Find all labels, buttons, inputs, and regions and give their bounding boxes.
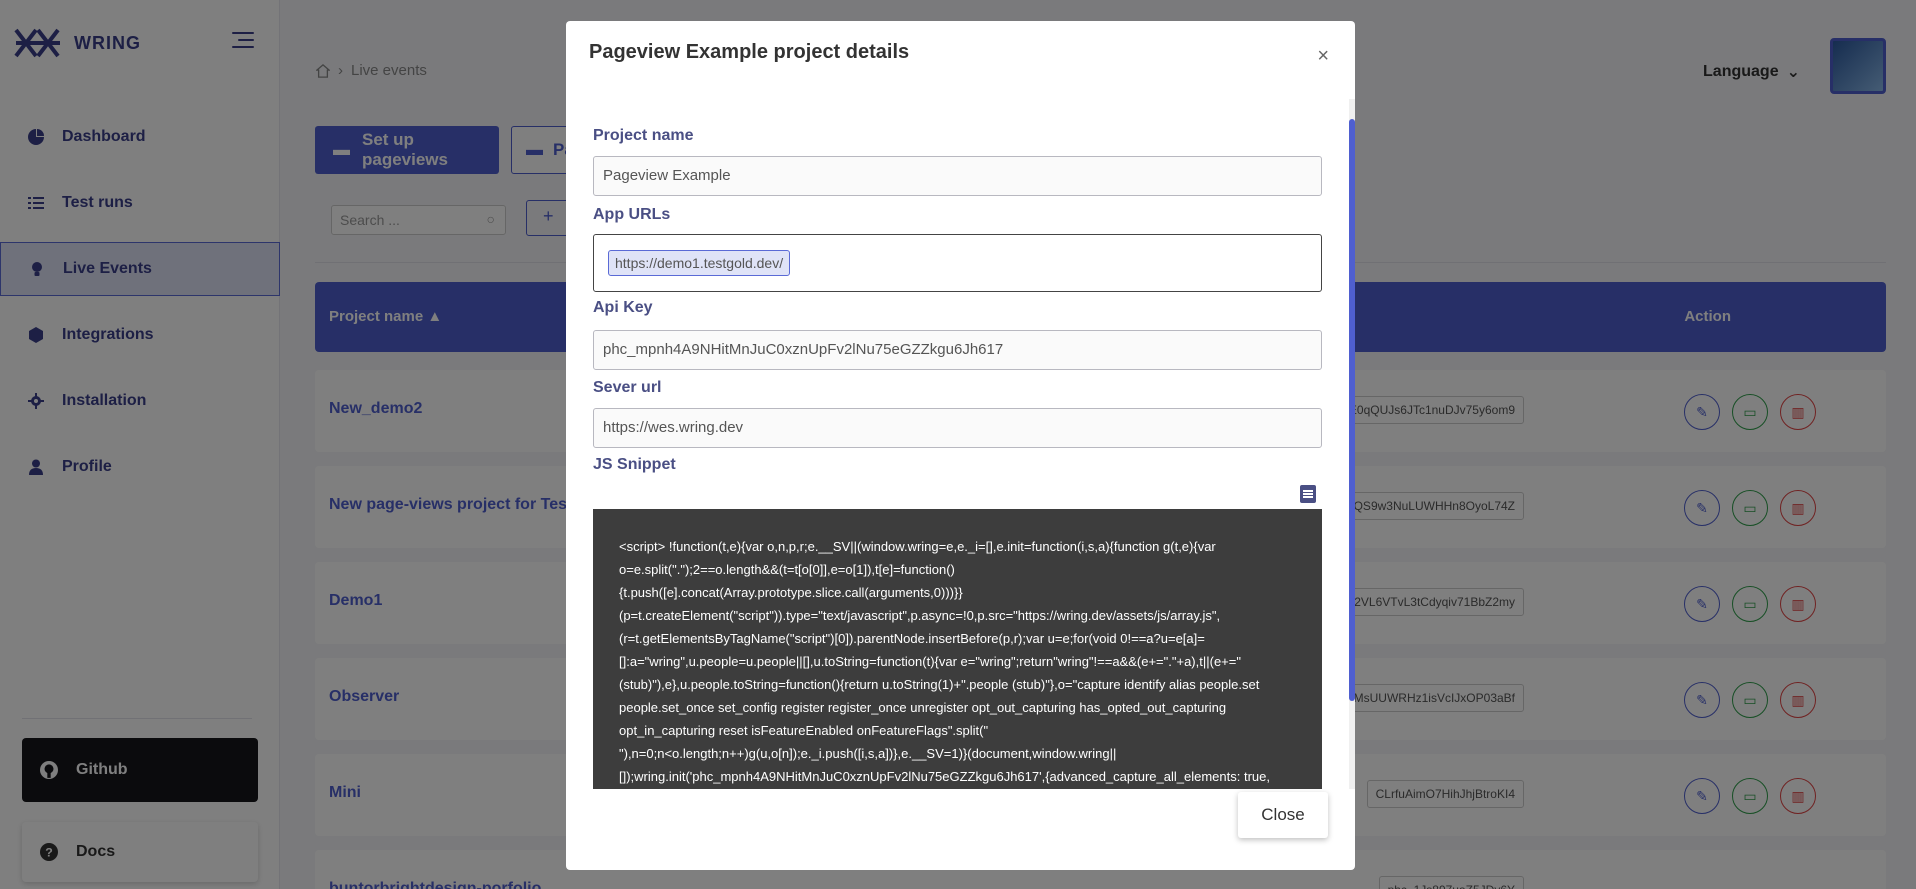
api-key-field[interactable]: phc_mpnh4A9NHitMnJuC0xznUpFv2lNu75eGZZkg… [593,330,1322,370]
project-name-field[interactable]: Pageview Example [593,156,1322,196]
modal-body: Project name Pageview Example App URLs h… [566,99,1355,789]
scrollbar-thumb[interactable] [1349,119,1355,701]
project-name-label: Project name [593,127,694,144]
modal-scrollbar[interactable] [1349,99,1355,789]
js-snippet-label: JS Snippet [593,456,676,473]
app-urls-label: App URLs [593,206,671,223]
copy-icon[interactable] [1300,485,1316,503]
close-icon[interactable]: × [1317,45,1329,68]
project-details-modal: Pageview Example project details × Proje… [566,21,1355,870]
modal-title: Pageview Example project details [589,41,910,63]
api-key-label: Api Key [593,299,653,316]
server-url-label: Sever url [593,379,662,396]
app-url-chip[interactable]: https://demo1.testgold.dev/ [608,250,791,276]
js-snippet-code[interactable]: <script> !function(t,e){var o,n,p,r;e.__… [593,509,1322,789]
server-url-field[interactable]: https://wes.wring.dev [593,408,1322,448]
app-urls-field[interactable]: https://demo1.testgold.dev/ [593,234,1322,292]
close-button[interactable]: Close [1238,792,1328,838]
